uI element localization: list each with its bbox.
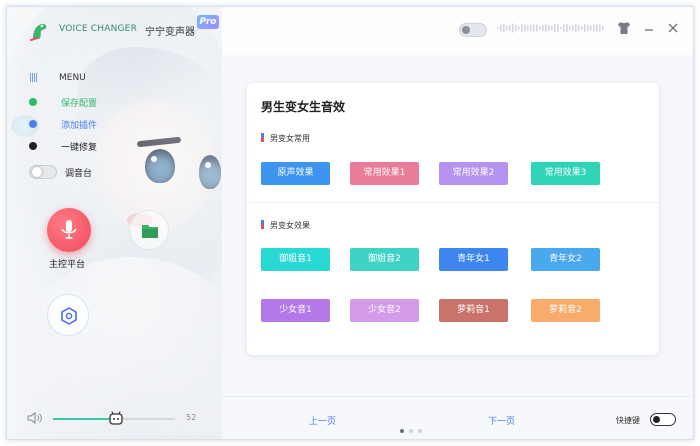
- mixer-toggle[interactable]: [29, 165, 57, 179]
- volume-fill: [53, 418, 117, 420]
- next-page-button[interactable]: 下一页: [488, 414, 515, 427]
- mixer-label: 调音台: [65, 169, 93, 179]
- effect-button[interactable]: 御姐音2: [350, 248, 419, 271]
- menu-bars-icon: ||||: [29, 73, 38, 83]
- menu-header: |||| MENU: [29, 73, 86, 83]
- section-common-title: 男变女常用: [261, 133, 310, 144]
- menu-item-label: 保存配置: [61, 99, 98, 109]
- page-indicator: [400, 418, 427, 437]
- app-name: VOICE CHANGER: [59, 24, 138, 34]
- settings-hex-button[interactable]: [47, 294, 89, 336]
- dot-icon: [29, 98, 37, 106]
- effect-button[interactable]: 青年女2: [531, 248, 600, 271]
- close-icon[interactable]: [664, 19, 682, 37]
- menu-label: MENU: [59, 73, 86, 83]
- audio-waveform-icon: [497, 23, 604, 33]
- panel-title: 男生变女生音效: [261, 100, 346, 114]
- dot-icon: [29, 142, 37, 150]
- volume-value: 52: [186, 413, 197, 422]
- hotkey-label: 快捷键: [616, 416, 640, 425]
- section-divider: [247, 202, 659, 203]
- app-logo-icon: [30, 23, 47, 41]
- app-window: VOICE CHANGER 宁宁变声器 Pro |||| MENU 保存配置 添加…: [6, 6, 694, 440]
- section-mark-icon: [261, 220, 264, 229]
- main-control-label: 主控平台: [49, 260, 86, 270]
- volume-slider[interactable]: [53, 411, 175, 425]
- page-dot[interactable]: [400, 429, 404, 433]
- section-effects-title: 男变女效果: [261, 220, 310, 231]
- speaker-icon[interactable]: [27, 411, 43, 425]
- app-name-chinese: 宁宁变声器: [145, 27, 195, 38]
- folder-icon: [142, 225, 158, 238]
- page-dot[interactable]: [409, 429, 413, 433]
- volume-knob-icon[interactable]: [109, 411, 124, 425]
- minimize-icon[interactable]: [640, 19, 658, 37]
- folder-button[interactable]: [129, 210, 169, 250]
- effect-button[interactable]: 萝莉音1: [439, 299, 508, 322]
- pro-badge: Pro: [197, 15, 219, 29]
- dot-icon: [29, 120, 37, 128]
- section-mark-icon: [261, 133, 264, 142]
- hexagon-settings-icon: [61, 306, 77, 326]
- effect-button[interactable]: 原声效果: [261, 162, 330, 185]
- hotkey-toggle[interactable]: [650, 413, 676, 426]
- section-effects-label: 男变女效果: [270, 221, 310, 230]
- skin-shirt-icon[interactable]: [615, 19, 633, 37]
- effect-button[interactable]: 常用效果3: [531, 162, 600, 185]
- effect-button[interactable]: 青年女1: [439, 248, 508, 271]
- effect-button[interactable]: 少女音1: [261, 299, 330, 322]
- section-common-label: 男变女常用: [270, 134, 310, 143]
- footer-divider: [222, 396, 693, 397]
- effect-button[interactable]: 常用效果2: [439, 162, 508, 185]
- effects-panel: 男生变女生音效 男变女常用 原声效果 常用效果1 常用效果2 常用效果3 男变女效果 …: [247, 83, 659, 355]
- effect-button[interactable]: 少女音2: [350, 299, 419, 322]
- menu-item-label: 添加插件: [61, 121, 98, 131]
- menu-item-label: 一键修复: [61, 143, 98, 153]
- prev-page-button[interactable]: 上一页: [309, 414, 336, 427]
- page-dot[interactable]: [418, 429, 422, 433]
- effect-button[interactable]: 常用效果1: [350, 162, 419, 185]
- main-control-mic-button[interactable]: [47, 208, 91, 252]
- character-illustration: [7, 7, 222, 439]
- microphone-icon: [61, 220, 77, 239]
- voice-toggle[interactable]: [459, 23, 487, 37]
- effect-button[interactable]: 萝莉音2: [531, 299, 600, 322]
- effect-button[interactable]: 御姐音1: [261, 248, 330, 271]
